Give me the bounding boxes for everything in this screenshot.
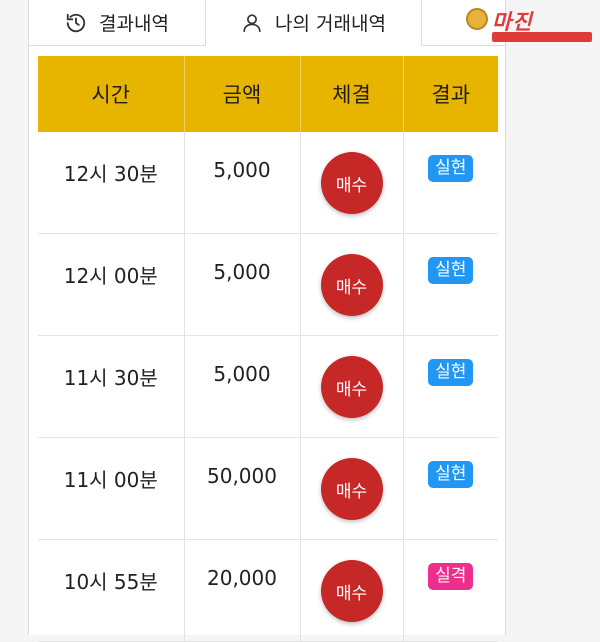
table-row: 12시 00분 5,000 매수 실현 xyxy=(38,233,498,336)
amount-value: 20,000 xyxy=(207,566,277,590)
time-value: 12시 30분 xyxy=(63,162,158,186)
buy-button[interactable]: 매수 xyxy=(320,356,383,418)
buy-button[interactable]: 매수 xyxy=(320,458,383,520)
buy-button[interactable]: 매수 xyxy=(320,152,383,214)
execution-cell: 매수 xyxy=(300,437,404,540)
time-cell: 11시 30분 xyxy=(38,335,185,438)
amount-value: 5,000 xyxy=(213,260,271,284)
execution-cell: 매수 xyxy=(300,233,404,336)
site-logo: 마진 xyxy=(456,4,600,44)
result-cell: 실현 xyxy=(403,437,498,540)
result-cell: 실현 xyxy=(403,132,498,234)
execution-cell: 매수 xyxy=(300,335,404,438)
time-cell: 12시 30분 xyxy=(38,132,185,234)
result-badge: 실현 xyxy=(428,359,474,386)
time-value: 11시 30분 xyxy=(63,366,158,390)
amount-cell: 5,000 xyxy=(184,335,301,438)
result-badge: 실현 xyxy=(428,461,474,488)
column-header-amount: 금액 xyxy=(184,56,301,132)
time-cell: 11시 00분 xyxy=(38,437,185,540)
trade-history-panel: 시간 금액 체결 결과 12시 30분 5,000 매수 실현 12시 00분 … xyxy=(28,46,506,642)
time-value: 12시 00분 xyxy=(63,264,158,288)
result-cell: 실격 xyxy=(403,539,498,642)
amount-cell: 50,000 xyxy=(184,437,301,540)
user-icon xyxy=(241,12,263,34)
table-row: 11시 00분 50,000 매수 실현 xyxy=(38,437,498,540)
amount-value: 50,000 xyxy=(207,464,277,488)
amount-cell: 5,000 xyxy=(184,233,301,336)
tab-results-history[interactable]: 결과내역 xyxy=(28,0,206,46)
time-value: 11시 00분 xyxy=(63,468,158,492)
result-badge: 실격 xyxy=(428,563,474,590)
history-icon xyxy=(65,12,87,34)
execution-cell: 매수 xyxy=(300,132,404,234)
result-badge: 실현 xyxy=(428,257,474,284)
result-badge: 실현 xyxy=(428,155,474,182)
table-row: 12시 30분 5,000 매수 실현 xyxy=(38,132,498,234)
buy-button[interactable]: 매수 xyxy=(320,254,383,316)
amount-value: 5,000 xyxy=(213,158,271,182)
trade-history-table: 시간 금액 체결 결과 12시 30분 5,000 매수 실현 12시 00분 … xyxy=(38,56,498,642)
column-header-execution: 체결 xyxy=(300,56,404,132)
tab-my-trades[interactable]: 나의 거래내역 xyxy=(206,0,422,46)
amount-value: 5,000 xyxy=(213,362,271,386)
time-cell: 12시 00분 xyxy=(38,233,185,336)
time-value: 10시 55분 xyxy=(63,570,158,594)
amount-cell: 20,000 xyxy=(184,539,301,642)
result-cell: 실현 xyxy=(403,233,498,336)
result-cell: 실현 xyxy=(403,335,498,438)
logo-subtitle-bar xyxy=(492,32,592,42)
amount-cell: 5,000 xyxy=(184,132,301,234)
table-header-row: 시간 금액 체결 결과 xyxy=(38,56,498,132)
table-row: 11시 30분 5,000 매수 실현 xyxy=(38,335,498,438)
buy-button[interactable]: 매수 xyxy=(320,560,383,622)
table-row: 10시 55분 20,000 매수 실격 xyxy=(38,539,498,642)
time-cell: 10시 55분 xyxy=(38,539,185,642)
tab-label: 결과내역 xyxy=(99,13,169,35)
tab-bar: 결과내역 나의 거래내역 xyxy=(28,0,506,46)
shield-emblem-icon xyxy=(466,8,488,30)
column-header-time: 시간 xyxy=(38,56,185,132)
execution-cell: 매수 xyxy=(300,539,404,642)
column-header-result: 결과 xyxy=(403,56,498,132)
tab-label: 나의 거래내역 xyxy=(275,13,386,35)
